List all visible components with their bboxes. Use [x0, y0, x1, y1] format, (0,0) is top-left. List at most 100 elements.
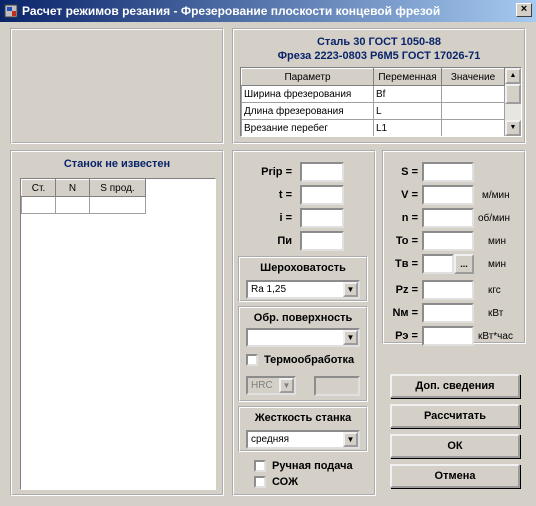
nm-label: Nм =: [392, 307, 418, 319]
machine-panel: Станок не известен Ст. N S прод.: [10, 150, 224, 496]
app-icon: [4, 4, 18, 18]
i-input[interactable]: [300, 208, 344, 228]
param-var: L: [373, 102, 442, 120]
nm-output[interactable]: [422, 303, 474, 323]
heat-treatment-checkbox[interactable]: Термообработка: [246, 354, 354, 366]
prip-input[interactable]: [300, 162, 344, 182]
rigidity-value: средняя: [251, 434, 290, 445]
image-panel: [10, 28, 224, 144]
table-scrollbar[interactable]: ▲ ▼: [505, 68, 521, 136]
checkbox-box[interactable]: [254, 476, 266, 488]
coolant-label: СОЖ: [272, 476, 299, 488]
nm-unit: кВт: [488, 308, 504, 319]
pe-output[interactable]: [422, 326, 474, 346]
chevron-down-icon[interactable]: ▼: [279, 378, 294, 393]
roughness-value: Ra 1,25: [251, 284, 287, 295]
s-output[interactable]: [422, 162, 474, 182]
prip-label: Рrip =: [261, 166, 292, 178]
tv-more-button[interactable]: ...: [454, 254, 474, 274]
chevron-down-icon[interactable]: ▼: [343, 330, 358, 345]
param-name: Длина фрезерования: [241, 102, 374, 120]
table-row[interactable]: Врезание перебег L1: [241, 119, 505, 136]
to-label: To =: [395, 235, 418, 247]
surface-select[interactable]: ▼: [246, 328, 360, 347]
tv-output[interactable]: [422, 254, 454, 274]
tool-label: Фреза 2223-0803 Р6М5 ГОСТ 17026-71: [277, 50, 481, 62]
input-panel: Рrip = t = i = Пи Шероховатость Ra 1,25 …: [232, 150, 376, 496]
param-table[interactable]: Параметр Переменная Значение Ширина фрез…: [240, 67, 522, 137]
title-bar: Расчет режимов резания - Фрезерование пл…: [0, 0, 536, 22]
hardness-value: HRC: [251, 380, 273, 391]
heat-treatment-label: Термообработка: [264, 354, 355, 366]
pz-label: Pz =: [395, 284, 418, 296]
surface-group: Обр. поверхность ▼ Термообработка HRC ▼: [238, 306, 368, 402]
tool-info-panel: Сталь 30 ГОСТ 1050-88 Фреза 2223-0803 Р6…: [232, 28, 526, 144]
scroll-down-icon[interactable]: ▼: [505, 120, 521, 136]
hardness-input[interactable]: [314, 376, 360, 396]
rigidity-title: Жесткость станка: [254, 412, 352, 424]
pi-label: Пи: [277, 235, 292, 247]
param-value[interactable]: [441, 102, 505, 120]
close-button[interactable]: ×: [516, 3, 532, 17]
rigidity-select[interactable]: средняя ▼: [246, 430, 360, 449]
window-title: Расчет режимов резания - Фрезерование пл…: [22, 4, 441, 18]
chevron-down-icon[interactable]: ▼: [343, 432, 358, 447]
scroll-up-icon[interactable]: ▲: [505, 68, 521, 84]
col-machine: Ст.: [21, 179, 56, 197]
s-label: S =: [401, 166, 418, 178]
rigidity-group: Жесткость станка средняя ▼: [238, 406, 368, 452]
col-n: N: [55, 179, 90, 197]
calculate-button[interactable]: Рассчитать: [390, 404, 520, 428]
manual-feed-checkbox[interactable]: Ручная подача: [254, 460, 353, 472]
pe-unit: кВт*час: [478, 331, 513, 342]
param-value[interactable]: [441, 85, 505, 103]
ok-button[interactable]: ОК: [390, 434, 520, 458]
surface-title: Обр. поверхность: [253, 312, 353, 324]
checkbox-box[interactable]: [254, 460, 266, 472]
tv-unit: мин: [488, 259, 506, 270]
to-unit: мин: [488, 236, 506, 247]
col-feed: S прод.: [89, 179, 146, 197]
v-label: V =: [401, 189, 418, 201]
pi-input[interactable]: [300, 231, 344, 251]
machine-title: Станок не известен: [63, 158, 171, 170]
col-var: Переменная: [373, 68, 442, 86]
col-value: Значение: [441, 68, 505, 86]
table-row[interactable]: [21, 196, 146, 214]
n-output[interactable]: [422, 208, 474, 228]
machine-table[interactable]: Ст. N S прод.: [20, 178, 216, 490]
results-panel: S = V = м/мин n = об/мин To = мин Tв = .…: [382, 150, 526, 346]
param-var: Bf: [373, 85, 442, 103]
t-label: t =: [278, 189, 292, 201]
manual-feed-label: Ручная подача: [272, 460, 353, 472]
checkbox-box[interactable]: [246, 354, 258, 366]
table-row[interactable]: Ширина фрезерования Bf: [241, 85, 505, 103]
tv-label: Tв =: [395, 258, 418, 270]
i-label: i =: [279, 212, 292, 224]
param-name: Врезание перебег: [241, 119, 374, 136]
roughness-title: Шероховатость: [260, 262, 346, 274]
coolant-checkbox[interactable]: СОЖ: [254, 476, 298, 488]
pe-label: Pэ =: [395, 330, 418, 342]
col-param: Параметр: [241, 68, 374, 86]
scroll-thumb[interactable]: [505, 84, 521, 104]
roughness-group: Шероховатость Ra 1,25 ▼: [238, 256, 368, 302]
pz-output[interactable]: [422, 280, 474, 300]
param-var: L1: [373, 119, 442, 136]
cancel-button[interactable]: Отмена: [390, 464, 520, 488]
to-output[interactable]: [422, 231, 474, 251]
v-output[interactable]: [422, 185, 474, 205]
t-input[interactable]: [300, 185, 344, 205]
table-row[interactable]: Длина фрезерования L: [241, 102, 505, 120]
material-label: Сталь 30 ГОСТ 1050-88: [316, 36, 441, 48]
n-unit: об/мин: [478, 213, 511, 224]
v-unit: м/мин: [482, 190, 510, 201]
param-value[interactable]: [441, 119, 505, 136]
extra-info-button[interactable]: Доп. сведения: [390, 374, 520, 398]
roughness-select[interactable]: Ra 1,25 ▼: [246, 280, 360, 299]
pz-unit: кгс: [488, 285, 501, 296]
n-label: n =: [401, 212, 418, 224]
chevron-down-icon[interactable]: ▼: [343, 282, 358, 297]
param-name: Ширина фрезерования: [241, 85, 374, 103]
hardness-select[interactable]: HRC ▼: [246, 376, 296, 395]
